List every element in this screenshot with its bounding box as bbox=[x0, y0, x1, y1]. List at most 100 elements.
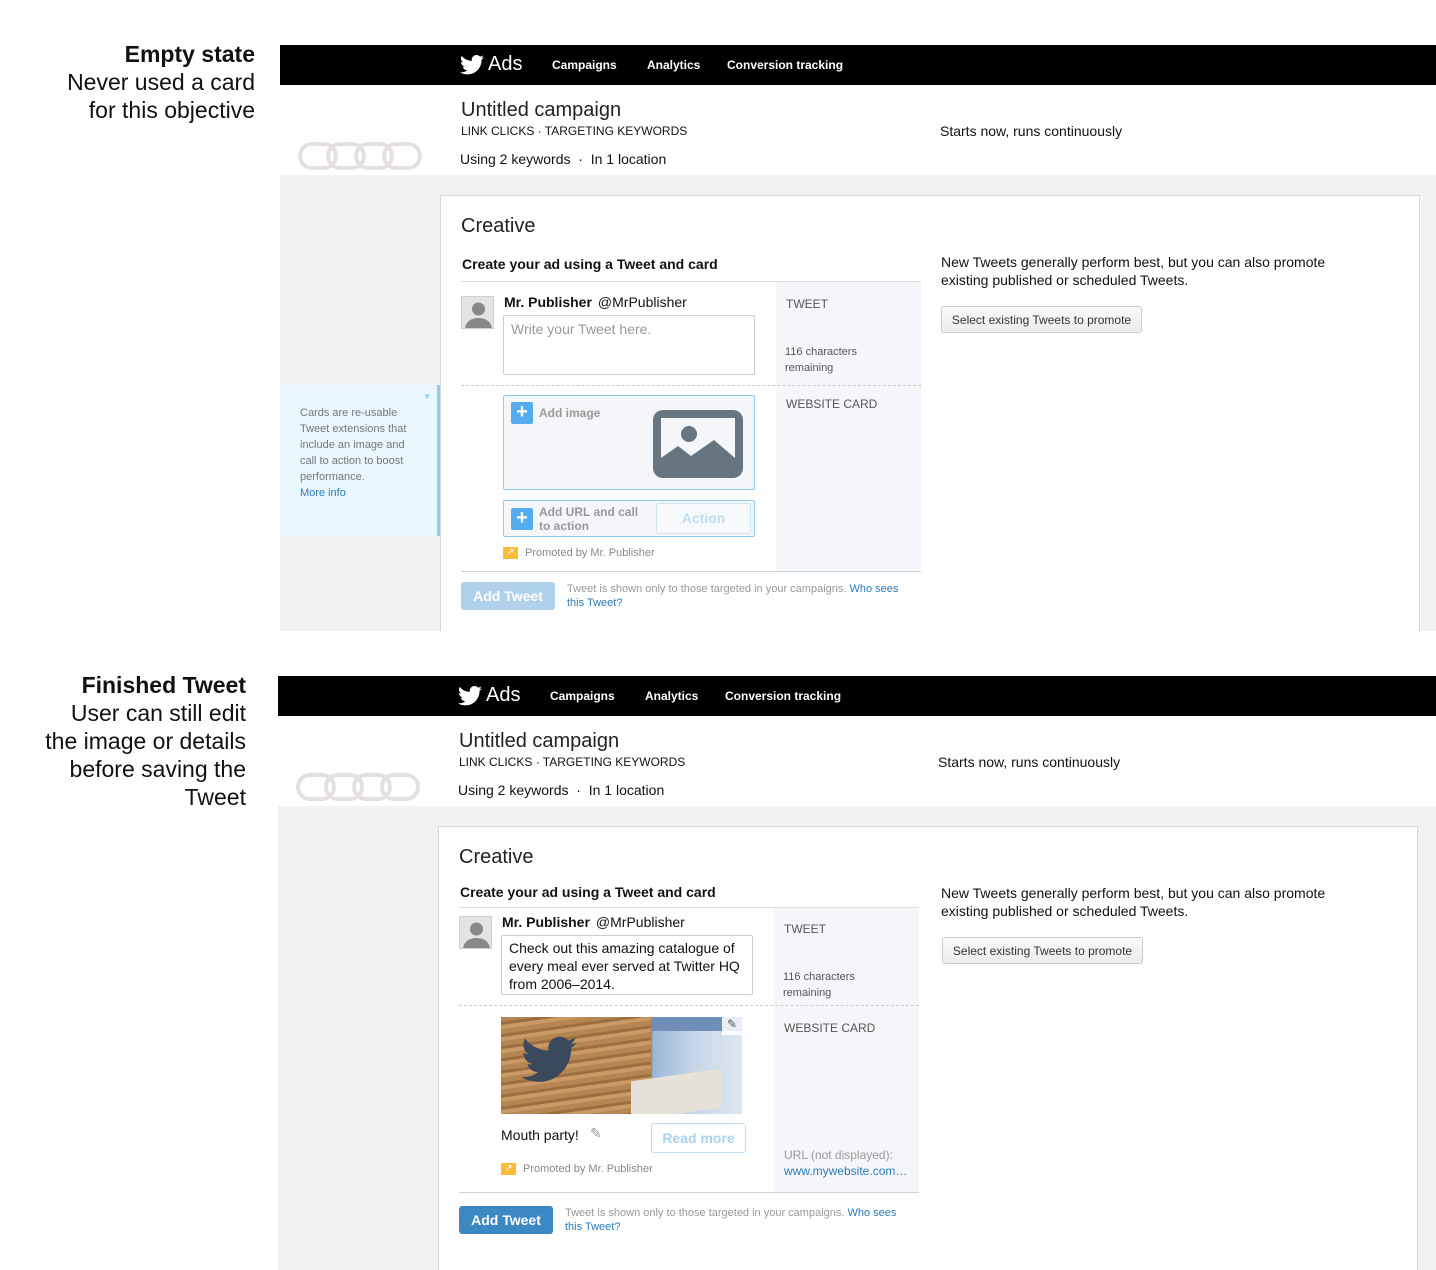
tweet-label: TWEET bbox=[784, 922, 826, 936]
select-existing-tweets-button[interactable]: Select existing Tweets to promote bbox=[942, 937, 1143, 964]
nav-conversion-tracking[interactable]: Conversion tracking bbox=[725, 689, 841, 703]
promoted-icon: ↗ bbox=[501, 1163, 516, 1175]
promoted-by: ↗ Promoted by Mr. Publisher bbox=[503, 547, 655, 559]
add-image-box[interactable]: + Add image bbox=[503, 395, 755, 490]
twitter-bird-icon bbox=[458, 685, 482, 705]
dashed-divider bbox=[459, 1005, 919, 1006]
finished-tweet-panel: Ads Campaigns Analytics Conversion track… bbox=[278, 676, 1436, 1270]
tweet-input[interactable] bbox=[503, 315, 755, 375]
keywords-summary[interactable]: Using 2 keywords bbox=[458, 782, 569, 798]
caption-title: Finished Tweet bbox=[81, 672, 246, 698]
author-handle: @MrPublisher bbox=[595, 914, 685, 930]
author-name: Mr. Publisher bbox=[504, 294, 592, 310]
card-url-link[interactable]: www.mywebsite.com… bbox=[784, 1164, 907, 1178]
url-label: URL (not displayed): bbox=[784, 1148, 893, 1162]
campaign-subtitle: LINK CLICKS · TARGETING KEYWORDS bbox=[461, 124, 688, 138]
campaign-title: Untitled campaign bbox=[459, 730, 620, 752]
cards-tooltip: ▼ Cards are re-usable Tweet extensions t… bbox=[280, 385, 440, 536]
author-handle: @MrPublisher bbox=[597, 294, 687, 310]
separator: · bbox=[578, 151, 583, 167]
campaign-header: Untitled campaign LINK CLICKS · TARGETIN… bbox=[280, 85, 1436, 175]
add-url-label[interactable]: Add URL and call to action bbox=[539, 505, 649, 533]
nav-analytics[interactable]: Analytics bbox=[647, 58, 700, 72]
chars-remaining: 116 characters remaining bbox=[783, 971, 855, 999]
select-existing-tweets-button[interactable]: Select existing Tweets to promote bbox=[941, 306, 1142, 333]
caption-line: the image or details bbox=[45, 728, 246, 754]
campaign-schedule: Starts now, runs continuously bbox=[938, 754, 1121, 770]
divider bbox=[459, 1192, 919, 1193]
creative-card: Creative Create your ad using a Tweet an… bbox=[440, 195, 1420, 631]
caption-line: before saving the bbox=[69, 756, 246, 782]
action-button-placeholder[interactable]: Action bbox=[656, 503, 751, 534]
targeting-note: Tweet is shown only to those targeted in… bbox=[567, 582, 917, 610]
logo-text: Ads bbox=[486, 684, 521, 706]
separator: · bbox=[576, 782, 581, 798]
card-title[interactable]: Mouth party! bbox=[501, 1127, 579, 1143]
promote-existing-text: New Tweets generally perform best, but y… bbox=[941, 885, 1326, 919]
tweet-label: TWEET bbox=[786, 297, 828, 311]
ads-logo[interactable]: Ads bbox=[460, 53, 522, 76]
nav-campaigns[interactable]: Campaigns bbox=[552, 58, 617, 72]
nav-campaigns[interactable]: Campaigns bbox=[550, 689, 615, 703]
divider bbox=[461, 571, 921, 572]
caret-down-icon[interactable]: ▼ bbox=[423, 389, 431, 405]
note-text: Tweet is shown only to those targeted in… bbox=[565, 1207, 845, 1219]
caption-line: Never used a card bbox=[67, 69, 255, 95]
card-image[interactable]: ✎ bbox=[501, 1017, 742, 1114]
targeting-note: Tweet is shown only to those targeted in… bbox=[565, 1206, 915, 1234]
user-silhouette-icon bbox=[465, 302, 492, 328]
more-info-link[interactable]: More info bbox=[300, 487, 346, 499]
plus-icon[interactable]: + bbox=[511, 402, 533, 424]
location-summary[interactable]: In 1 location bbox=[591, 151, 667, 167]
add-url-box[interactable]: + Add URL and call to action Action bbox=[503, 500, 755, 537]
dashed-divider bbox=[461, 385, 921, 386]
chars-remaining: 116 characters remaining bbox=[785, 346, 857, 374]
tweet-author: Mr. Publisher @MrPublisher bbox=[504, 294, 687, 310]
promoted-text: Promoted by Mr. Publisher bbox=[525, 547, 655, 559]
caption-finished-tweet: Finished Tweet User can still edit the i… bbox=[45, 671, 246, 811]
note-text: Tweet is shown only to those targeted in… bbox=[567, 583, 847, 595]
add-image-label[interactable]: Add image bbox=[539, 406, 600, 420]
caption-empty-state: Empty state Never used a card for this o… bbox=[67, 40, 255, 124]
campaign-title: Untitled campaign bbox=[461, 99, 622, 121]
promote-existing-text: New Tweets generally perform best, but y… bbox=[941, 254, 1326, 288]
ads-logo[interactable]: Ads bbox=[458, 684, 520, 707]
promoted-icon: ↗ bbox=[503, 547, 518, 559]
progress-steps-icon bbox=[296, 773, 420, 801]
edit-title-pencil-icon[interactable]: ✎ bbox=[590, 1125, 602, 1142]
creative-subheading: Create your ad using a Tweet and card bbox=[460, 884, 716, 900]
tweet-input[interactable]: Check out this amazing catalogue of ever… bbox=[501, 935, 753, 995]
creative-heading: Creative bbox=[461, 215, 536, 237]
promoted-by: ↗ Promoted by Mr. Publisher bbox=[501, 1163, 653, 1175]
add-tweet-button[interactable]: Add Tweet bbox=[459, 1206, 553, 1234]
plus-icon[interactable]: + bbox=[511, 508, 533, 530]
nav-conversion-tracking[interactable]: Conversion tracking bbox=[727, 58, 843, 72]
author-name: Mr. Publisher bbox=[502, 914, 590, 930]
campaign-schedule: Starts now, runs continuously bbox=[940, 123, 1123, 139]
caption-title: Empty state bbox=[124, 41, 255, 67]
read-more-button[interactable]: Read more bbox=[651, 1123, 746, 1153]
website-card-label: WEBSITE CARD bbox=[786, 397, 878, 411]
promoted-text: Promoted by Mr. Publisher bbox=[523, 1163, 653, 1175]
nav-analytics[interactable]: Analytics bbox=[645, 689, 698, 703]
location-summary[interactable]: In 1 location bbox=[589, 782, 665, 798]
creative-heading: Creative bbox=[459, 846, 534, 868]
empty-state-panel: Ads Campaigns Analytics Conversion track… bbox=[280, 45, 1436, 631]
caption-line: User can still edit bbox=[70, 700, 246, 726]
edit-image-pencil-icon[interactable]: ✎ bbox=[722, 1017, 742, 1035]
twitter-bird-icon bbox=[521, 1036, 577, 1082]
campaign-targeting: Using 2 keywords · In 1 location bbox=[460, 151, 666, 167]
keywords-summary[interactable]: Using 2 keywords bbox=[460, 151, 571, 167]
logo-text: Ads bbox=[488, 53, 523, 75]
campaign-subtitle: LINK CLICKS · TARGETING KEYWORDS bbox=[459, 755, 686, 769]
add-tweet-button[interactable]: Add Tweet bbox=[461, 582, 555, 610]
top-nav: Ads Campaigns Analytics Conversion track… bbox=[278, 676, 1436, 716]
caption-line: Tweet bbox=[184, 784, 246, 810]
avatar bbox=[461, 296, 494, 329]
tooltip-text: Cards are re-usable Tweet extensions tha… bbox=[300, 407, 407, 483]
creative-card: Creative Create your ad using a Tweet an… bbox=[438, 826, 1418, 1270]
campaign-targeting: Using 2 keywords · In 1 location bbox=[458, 782, 664, 798]
creative-subheading: Create your ad using a Tweet and card bbox=[462, 256, 718, 272]
tweet-author: Mr. Publisher @MrPublisher bbox=[502, 914, 685, 930]
twitter-bird-icon bbox=[460, 54, 484, 74]
